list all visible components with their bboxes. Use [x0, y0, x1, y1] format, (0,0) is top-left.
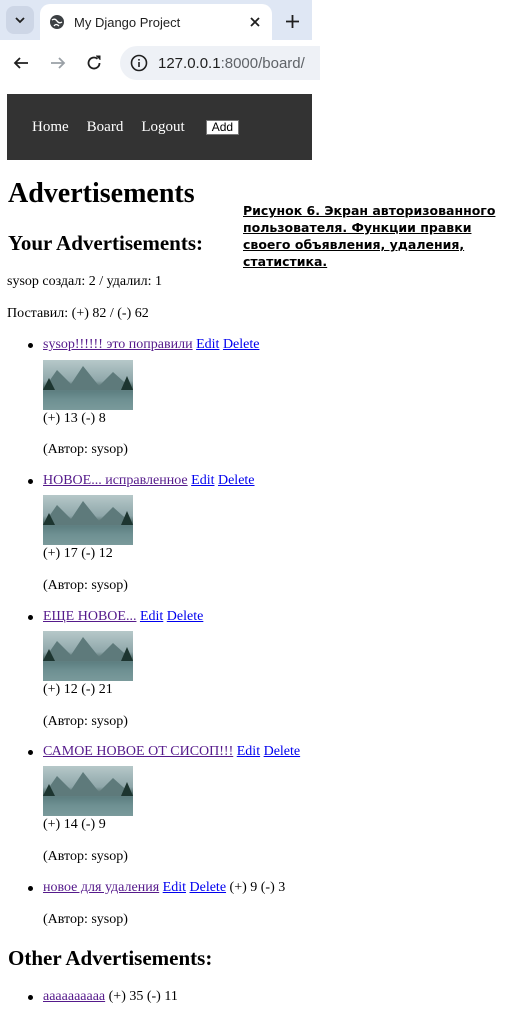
edit-link[interactable]: Edit: [191, 473, 214, 488]
tab-search-button[interactable]: [6, 6, 34, 34]
ad-author: (Автор: sysop): [43, 578, 128, 593]
site-navbar: Home Board Logout Add: [7, 94, 312, 160]
ad-votes: (+) 12 (-) 21: [43, 682, 113, 697]
list-bullet: [28, 995, 33, 1000]
ad-title-link[interactable]: новое для удаления: [43, 880, 159, 895]
ad-image: [43, 360, 133, 410]
nav-board-link[interactable]: Board: [87, 119, 124, 136]
ad-title-link[interactable]: НОВОЕ... исправленное: [43, 473, 188, 488]
figure-caption: Рисунок 6. Экран авторизованного пользов…: [243, 203, 496, 269]
address-bar[interactable]: 127.0.0.1:8000/board/: [120, 46, 320, 80]
edit-link[interactable]: Edit: [196, 337, 219, 352]
list-item: новое для удаления Edit Delete (+) 9 (-)…: [43, 880, 285, 896]
chevron-down-icon: [15, 17, 25, 24]
ad-votes: (+) 17 (-) 12: [43, 546, 113, 561]
list-item: ЕЩЕ НОВОЕ... Edit Delete: [43, 609, 203, 625]
list-item: НОВОЕ... исправленное Edit Delete: [43, 473, 255, 489]
list-bullet: [28, 343, 33, 348]
site-info-icon[interactable]: [130, 54, 148, 72]
ad-image: [43, 766, 133, 816]
browser-toolbar: 127.0.0.1:8000/board/: [0, 40, 320, 86]
url-path: :8000/board/: [220, 54, 305, 72]
list-bullet: [28, 615, 33, 620]
list-item: aaaaaaaaaa (+) 35 (-) 11: [43, 989, 178, 1005]
ad-author: (Автор: sysop): [43, 714, 128, 729]
ad-votes: (+) 14 (-) 9: [43, 817, 106, 832]
plus-icon: [285, 14, 299, 28]
tab-title: My Django Project: [74, 14, 181, 30]
browser-tab-bar: My Django Project: [0, 0, 312, 40]
ad-title-link[interactable]: aaaaaaaaaa: [43, 989, 105, 1004]
delete-link[interactable]: Delete: [218, 473, 255, 488]
arrow-left-icon: [13, 57, 28, 69]
delete-link[interactable]: Delete: [190, 880, 227, 895]
globe-icon: [49, 14, 65, 30]
created-stat: sysop создал: 2 / удалил: 1: [7, 274, 163, 289]
arrow-right-icon: [51, 57, 66, 69]
ad-author: (Автор: sysop): [43, 912, 128, 927]
edit-link[interactable]: Edit: [140, 609, 163, 624]
add-button[interactable]: Add: [205, 119, 240, 135]
edit-link[interactable]: Edit: [237, 744, 260, 759]
ad-title-link[interactable]: sysop!!!!!! это поправили: [43, 337, 193, 352]
delete-link[interactable]: Delete: [167, 609, 204, 624]
ad-image: [43, 495, 133, 545]
url-text: 127.0.0.1:8000/board/: [158, 55, 305, 72]
forward-button[interactable]: [47, 52, 69, 74]
ad-author: (Автор: sysop): [43, 442, 128, 457]
list-bullet: [28, 479, 33, 484]
votes-stat: Поставил: (+) 82 / (-) 62: [7, 306, 149, 321]
reload-button[interactable]: [83, 52, 105, 74]
delete-link[interactable]: Delete: [223, 337, 260, 352]
your-ads-heading: Your Advertisements:: [8, 231, 204, 255]
ad-title-link[interactable]: ЕЩЕ НОВОЕ...: [43, 609, 136, 624]
ad-votes: (+) 13 (-) 8: [43, 411, 106, 426]
reload-icon: [87, 55, 101, 70]
ad-title-link[interactable]: САМОЕ НОВОЕ ОТ СИСОП!!!: [43, 744, 233, 759]
browser-tab-active[interactable]: My Django Project: [40, 4, 272, 40]
other-ads-heading: Other Advertisements:: [8, 946, 213, 970]
nav-home-link[interactable]: Home: [32, 119, 69, 136]
url-host: 127.0.0.1: [158, 54, 221, 72]
ad-author: (Автор: sysop): [43, 849, 128, 864]
edit-link[interactable]: Edit: [163, 880, 186, 895]
close-tab-icon[interactable]: [246, 13, 264, 31]
ad-votes: (+) 35 (-) 11: [108, 989, 178, 1004]
ad-image: [43, 631, 133, 681]
list-bullet: [28, 750, 33, 755]
list-item: САМОЕ НОВОЕ ОТ СИСОП!!! Edit Delete: [43, 744, 300, 760]
page-title: Advertisements: [8, 178, 195, 209]
new-tab-button[interactable]: [281, 10, 303, 32]
ad-votes: (+) 9 (-) 3: [229, 880, 286, 895]
back-button[interactable]: [10, 52, 32, 74]
nav-logout-link[interactable]: Logout: [141, 119, 184, 136]
delete-link[interactable]: Delete: [264, 744, 301, 759]
list-bullet: [28, 886, 33, 891]
list-item: sysop!!!!!! это поправили Edit Delete: [43, 337, 259, 353]
